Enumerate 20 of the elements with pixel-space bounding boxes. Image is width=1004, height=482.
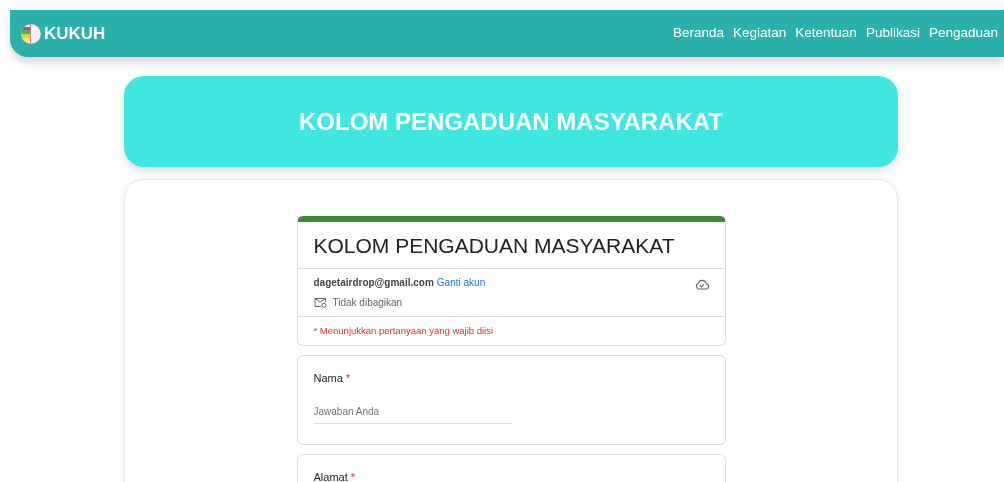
nav-link[interactable]: Kegiatan bbox=[733, 23, 787, 44]
form-title: KOLOM PENGADUAN MASYARAKAT bbox=[297, 222, 725, 269]
mail-icon bbox=[313, 296, 327, 308]
nav-link[interactable]: Ketentuan bbox=[795, 23, 857, 44]
answer-field[interactable]: Jawaban Anda bbox=[313, 404, 512, 425]
cloud-check-icon bbox=[694, 278, 709, 290]
nav-link[interactable]: Beranda bbox=[673, 23, 725, 44]
nav-link[interactable]: Pengaduan bbox=[928, 23, 998, 44]
required-note: * Menunjukkan pertanyaan yang wajib diisi bbox=[312, 323, 495, 338]
nav-link[interactable]: Publikasi bbox=[865, 23, 920, 44]
brand-name[interactable]: KUKUH bbox=[44, 20, 106, 47]
logo-icon bbox=[20, 22, 42, 45]
banner-title: KOLOM PENGADUAN MASYARAKAT bbox=[299, 106, 723, 137]
question-label: Nama bbox=[313, 370, 343, 386]
required-asterisk: * bbox=[350, 470, 356, 482]
sharing-status: Tidak dibagikan bbox=[332, 295, 403, 310]
switch-account-link[interactable]: Ganti akun bbox=[436, 274, 486, 290]
question-label: Alamat bbox=[313, 470, 348, 482]
required-asterisk: * bbox=[345, 370, 351, 386]
account-email: dagetairdrop@gmail.com bbox=[313, 275, 434, 290]
